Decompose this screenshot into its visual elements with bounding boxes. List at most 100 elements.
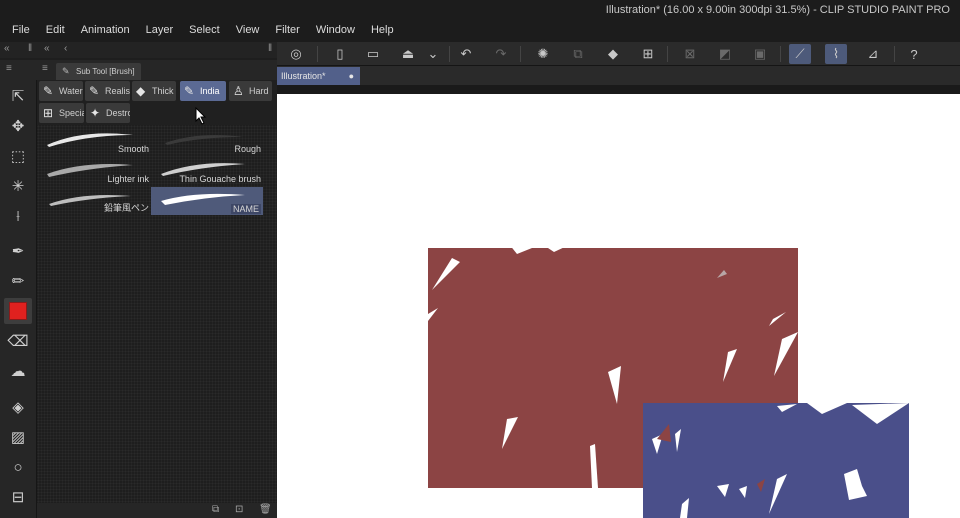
tab-illustration[interactable]: Illustration* ● (277, 67, 360, 85)
menu-animation[interactable]: Animation (73, 22, 138, 38)
ruler-snap-icon[interactable]: ⊿ (862, 44, 884, 64)
group-hard[interactable]: ♙ Hard (229, 81, 272, 101)
document-tab-bar: Illustration* ● (277, 66, 960, 85)
selection-tool-icon[interactable]: ⬚ (4, 143, 32, 169)
tool-menu-icon[interactable]: ≡ (6, 63, 12, 74)
realistic-brush-icon: ✎ (89, 84, 100, 98)
brush-label: Thin Gouache brush (179, 174, 261, 184)
mouse-cursor-icon (195, 107, 207, 125)
brush-label: NAME (230, 204, 261, 214)
group-label: Thick (152, 86, 174, 96)
eraser-icon[interactable]: ⌫ (4, 328, 32, 354)
main-color-swatch (9, 302, 27, 320)
divider (449, 46, 450, 62)
menu-edit[interactable]: Edit (38, 22, 73, 38)
eyedropper-icon[interactable]: ⟊ (4, 203, 32, 229)
crop-icon[interactable]: ⊞ (637, 44, 659, 64)
group-label: Hard (249, 86, 269, 96)
save-icon[interactable]: ⏏ (397, 44, 419, 64)
copy-subtool-icon[interactable]: ⊡ (235, 504, 243, 515)
brush-item-name[interactable]: NAME (151, 187, 263, 215)
menu-help[interactable]: Help (363, 22, 402, 38)
menu-window[interactable]: Window (308, 22, 363, 38)
redo-icon[interactable]: ↷ (490, 44, 512, 64)
help-icon[interactable]: ? (903, 44, 925, 64)
fill-icon[interactable]: ◆ (602, 44, 624, 64)
group-india[interactable]: ✎ India (180, 81, 226, 101)
window-title: Illustration* (16.00 x 9.00in 300dpi 31.… (605, 4, 950, 16)
border-icon[interactable]: ▣ (749, 44, 771, 64)
blend-tool-icon[interactable]: ☁ (4, 358, 32, 384)
menu-view[interactable]: View (228, 22, 268, 38)
tab-sub-tool-brush[interactable]: ✎ Sub Tool [Brush] (56, 63, 141, 80)
pen-pressure-icon[interactable]: ⟋ (789, 44, 811, 64)
menu-list: File Edit Animation Layer Select View Fi… (4, 22, 402, 38)
frame-border-icon[interactable]: ⊟ (4, 484, 32, 510)
clip-studio-icon[interactable]: ◎ (285, 44, 307, 64)
fill-layer-icon[interactable]: ◩ (714, 44, 736, 64)
command-bar: ◎ ▯ ▭ ⏏ ⌄ ↶ ↷ ✺ ⧉ ◆ ⊞ ⊠ ◩ ▣ ⟋ ⌇ ⊿ ? (277, 42, 960, 66)
brush-list: Smooth Rough Lighter ink Thin Gouache br… (37, 125, 277, 503)
undo-icon[interactable]: ↶ (455, 44, 477, 64)
thick-paint-icon: ◆ (136, 84, 146, 98)
auto-select-icon[interactable]: ✳ (4, 173, 32, 199)
menu-file[interactable]: File (4, 22, 38, 38)
dropdown-icon[interactable]: ⌄ (422, 44, 444, 64)
brush-item-pencil-style-pen[interactable]: 鉛筆風ペン (39, 187, 151, 215)
hard-brush-icon: ♙ (233, 84, 244, 98)
sub-tool-panel: ✎ Watercolor ✎ Realistic ◆ Thick ✎ India… (37, 80, 277, 518)
open-file-icon[interactable]: ▭ (362, 44, 384, 64)
figure-tool-icon[interactable]: ○ (4, 454, 32, 480)
divider (894, 46, 895, 62)
operation-tool-icon[interactable]: ⇱ (4, 83, 32, 109)
brush-item-rough[interactable]: Rough (151, 127, 263, 155)
brush-item-lighter-ink[interactable]: Lighter ink (39, 157, 151, 185)
group-label: India (200, 86, 220, 96)
group-destroy[interactable]: ✦ Destroy (86, 103, 130, 123)
pen-tool-icon[interactable]: ✒ (4, 238, 32, 264)
menu-layer[interactable]: Layer (138, 22, 182, 38)
brush-label: 鉛筆風ペン (103, 203, 149, 213)
move-tool-icon[interactable]: ✥ (4, 113, 32, 139)
group-thick[interactable]: ◆ Thick (132, 81, 176, 101)
divider (780, 46, 781, 62)
sub-tool-tab-label: Sub Tool [Brush] (76, 67, 135, 76)
group-label: Special (59, 108, 84, 118)
menu-filter[interactable]: Filter (267, 22, 307, 38)
chevron-left-icon[interactable]: ‹ (64, 43, 67, 54)
group-realistic[interactable]: ✎ Realistic (85, 81, 130, 101)
brush-label: Lighter ink (107, 174, 149, 184)
special-brush-icon: ⊞ (43, 106, 54, 120)
brush-item-smooth[interactable]: Smooth (39, 127, 151, 155)
blue-shape (643, 403, 909, 518)
canvas-area[interactable] (277, 85, 960, 518)
divider (667, 46, 668, 62)
modified-marker: ● (348, 71, 354, 81)
collapse-panel-icon[interactable]: « (44, 43, 50, 54)
destroy-brush-icon: ✦ (90, 106, 101, 120)
left-panel-header: « ‖ « ‹ ‖ (0, 42, 277, 58)
fill-tool-icon[interactable]: ◈ (4, 394, 32, 420)
loading-icon[interactable]: ✺ (532, 44, 554, 64)
canvas-paper[interactable] (277, 94, 960, 518)
clear-icon[interactable]: ⊠ (679, 44, 701, 64)
group-label: Realistic (105, 86, 130, 96)
canvas-border (277, 85, 960, 94)
menu-select[interactable]: Select (181, 22, 228, 38)
brush-icon: ✎ (62, 66, 70, 76)
group-watercolor[interactable]: ✎ Watercolor (39, 81, 83, 101)
brush-tool-icon[interactable] (4, 298, 32, 324)
gradient-icon[interactable]: ▨ (4, 424, 32, 450)
trash-icon[interactable]: 🗑 (259, 504, 272, 515)
group-special[interactable]: ⊞ Special (39, 103, 84, 123)
brush-pressure-icon[interactable]: ⌇ (825, 44, 847, 64)
collapse-left-icon[interactable]: « (4, 43, 10, 54)
brush-item-thin-gouache[interactable]: Thin Gouache brush (151, 157, 263, 185)
panel-grip-right-icon[interactable]: ‖ (268, 43, 272, 54)
new-file-icon[interactable]: ▯ (329, 44, 351, 64)
duplicate-subtool-icon[interactable]: ⧉ (212, 504, 219, 515)
pencil-tool-icon[interactable]: ✏ (4, 268, 32, 294)
subtool-menu-icon[interactable]: ≡ (42, 63, 48, 74)
copy-icon[interactable]: ⧉ (567, 44, 589, 64)
panel-grip-icon[interactable]: ‖ (28, 43, 32, 54)
